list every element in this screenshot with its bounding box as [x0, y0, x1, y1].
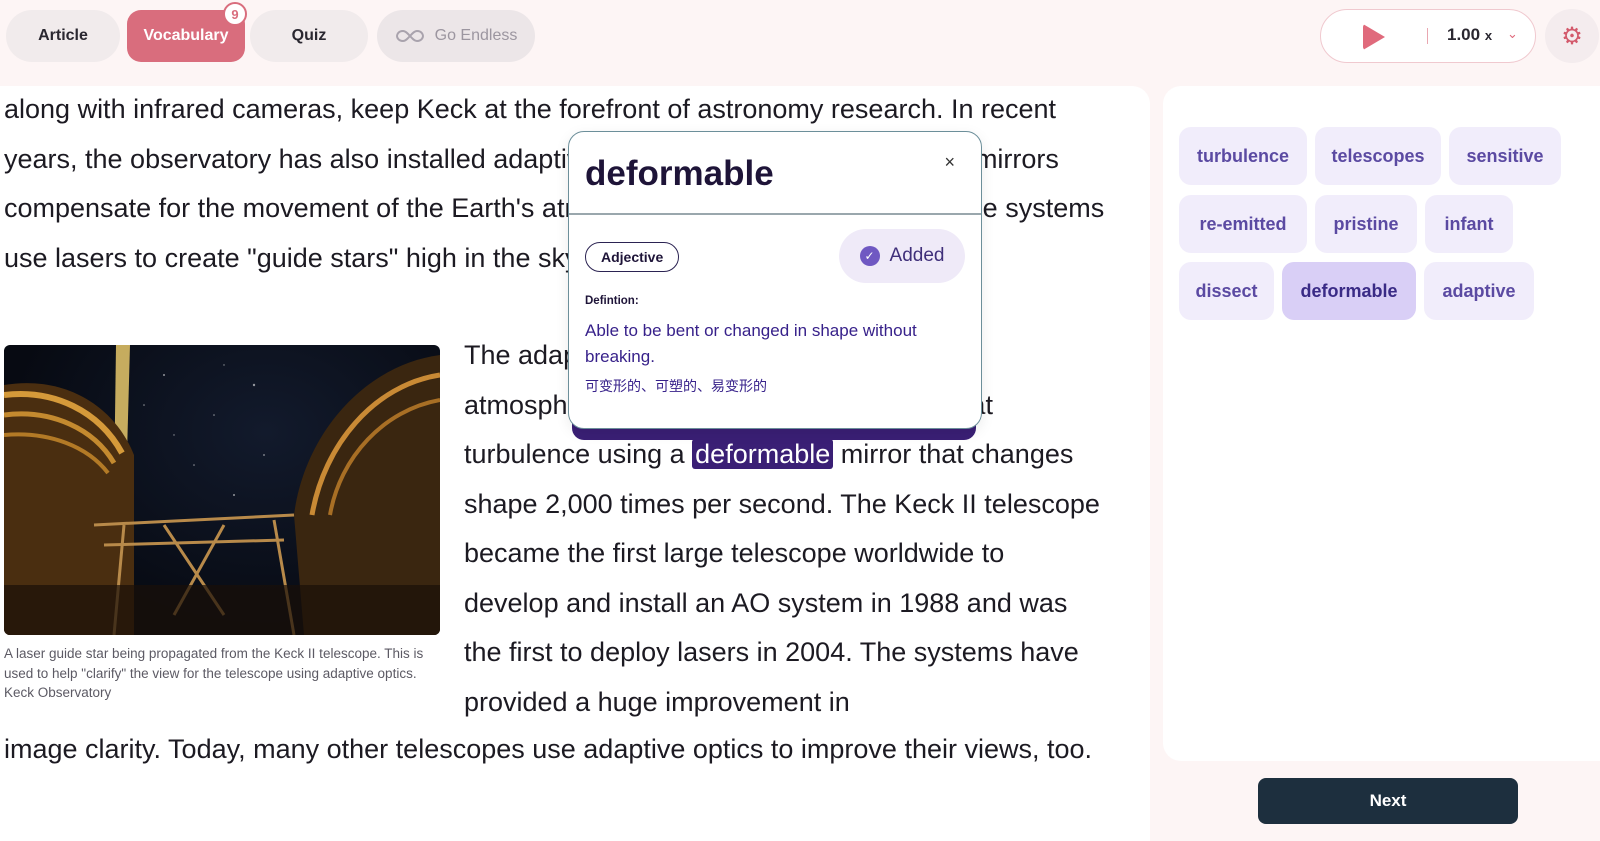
- vocab-chip[interactable]: pristine: [1315, 195, 1417, 253]
- tab-quiz[interactable]: Quiz: [250, 10, 368, 62]
- vocab-chip[interactable]: re-emitted: [1179, 195, 1307, 253]
- vocab-chip[interactable]: infant: [1425, 195, 1513, 253]
- next-button[interactable]: Next: [1258, 778, 1518, 824]
- play-icon[interactable]: [1363, 24, 1385, 50]
- highlighted-word[interactable]: deformable: [692, 439, 834, 469]
- vocabulary-count-badge: 9: [223, 2, 247, 26]
- popup-word-title: deformable: [585, 154, 774, 193]
- player-divider: [1427, 28, 1428, 44]
- word-definition-popup: deformable × Adjective ✓ Added Defintion…: [568, 131, 982, 429]
- tab-vocabulary[interactable]: Vocabulary 9: [127, 2, 247, 62]
- photo-caption: A laser guide star being propagated from…: [4, 646, 424, 700]
- laser-guide-star-photo: [4, 345, 440, 635]
- telescope-scene-image: [4, 345, 440, 635]
- playback-speed[interactable]: 1.00 x: [1447, 25, 1492, 45]
- tab-vocabulary-label: Vocabulary: [143, 27, 229, 44]
- go-endless-button[interactable]: Go Endless: [377, 10, 535, 62]
- vocab-chip[interactable]: sensitive: [1449, 127, 1561, 185]
- chevron-down-icon[interactable]: ⌄: [1507, 26, 1518, 42]
- tab-article-label: Article: [38, 27, 88, 44]
- added-label: Added: [889, 245, 945, 266]
- go-endless-label: Go Endless: [434, 27, 518, 44]
- check-icon: ✓: [859, 246, 880, 266]
- audio-player: 1.00 x ⌄: [1320, 9, 1536, 63]
- popup-divider: [569, 213, 981, 215]
- definition-translation: 可变形的、可塑的、易变形的: [585, 378, 767, 394]
- tab-quiz-label: Quiz: [291, 27, 327, 44]
- tab-article[interactable]: Article: [6, 10, 120, 62]
- article-paragraph-bottom: image clarity. Today, many other telesco…: [4, 734, 1093, 764]
- speed-unit: x: [1484, 28, 1493, 43]
- close-icon[interactable]: ×: [944, 152, 955, 173]
- added-button[interactable]: ✓ Added: [839, 229, 965, 283]
- vocab-chip[interactable]: adaptive: [1424, 262, 1534, 320]
- gear-icon[interactable]: ⚙: [1545, 9, 1599, 63]
- definition-label: Defintion:: [585, 295, 639, 307]
- article-text-after-highlight: mirror that changes shape 2,000 times pe…: [464, 439, 1100, 717]
- definition-text: Able to be bent or changed in shape with…: [585, 321, 917, 366]
- vocab-chip[interactable]: turbulence: [1179, 127, 1307, 185]
- vocab-chip[interactable]: telescopes: [1315, 127, 1441, 185]
- vocab-chip[interactable]: dissect: [1179, 262, 1274, 320]
- vocabulary-panel: [1163, 86, 1600, 761]
- vocab-chip-selected[interactable]: deformable: [1282, 262, 1416, 320]
- infinity-icon: [395, 29, 424, 43]
- top-bar: Article Vocabulary 9 Quiz Go Endless 1.0…: [0, 0, 1600, 72]
- part-of-speech-tag: Adjective: [585, 242, 680, 272]
- speed-value: 1.00: [1447, 25, 1481, 44]
